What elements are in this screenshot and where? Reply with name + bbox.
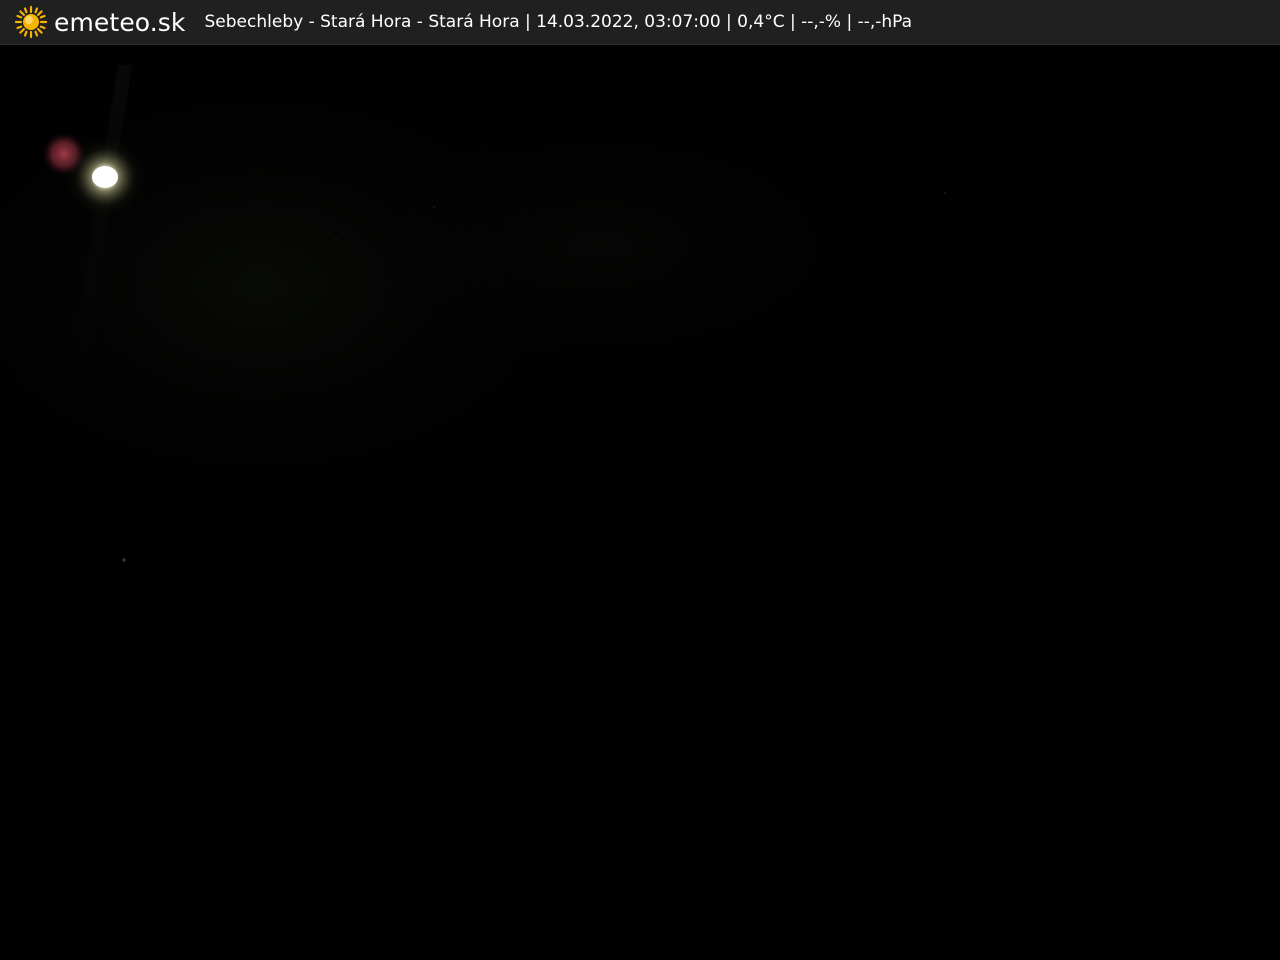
star	[944, 192, 946, 194]
brand-name: emeteo.sk	[54, 7, 186, 37]
station-caption: Sebechleby - Stará Hora - Stará Hora | 1…	[204, 12, 913, 32]
info-bar: emeteo.sk Sebechleby - Stará Hora - Star…	[0, 0, 1280, 45]
star	[433, 206, 435, 208]
webcam-night-image	[0, 45, 1280, 960]
star	[335, 238, 337, 240]
emeteo-logo[interactable]: emeteo.sk	[14, 0, 186, 45]
sun-icon	[14, 5, 48, 39]
star	[122, 558, 126, 562]
webcam-frame: emeteo.sk Sebechleby - Stará Hora - Star…	[0, 0, 1280, 960]
